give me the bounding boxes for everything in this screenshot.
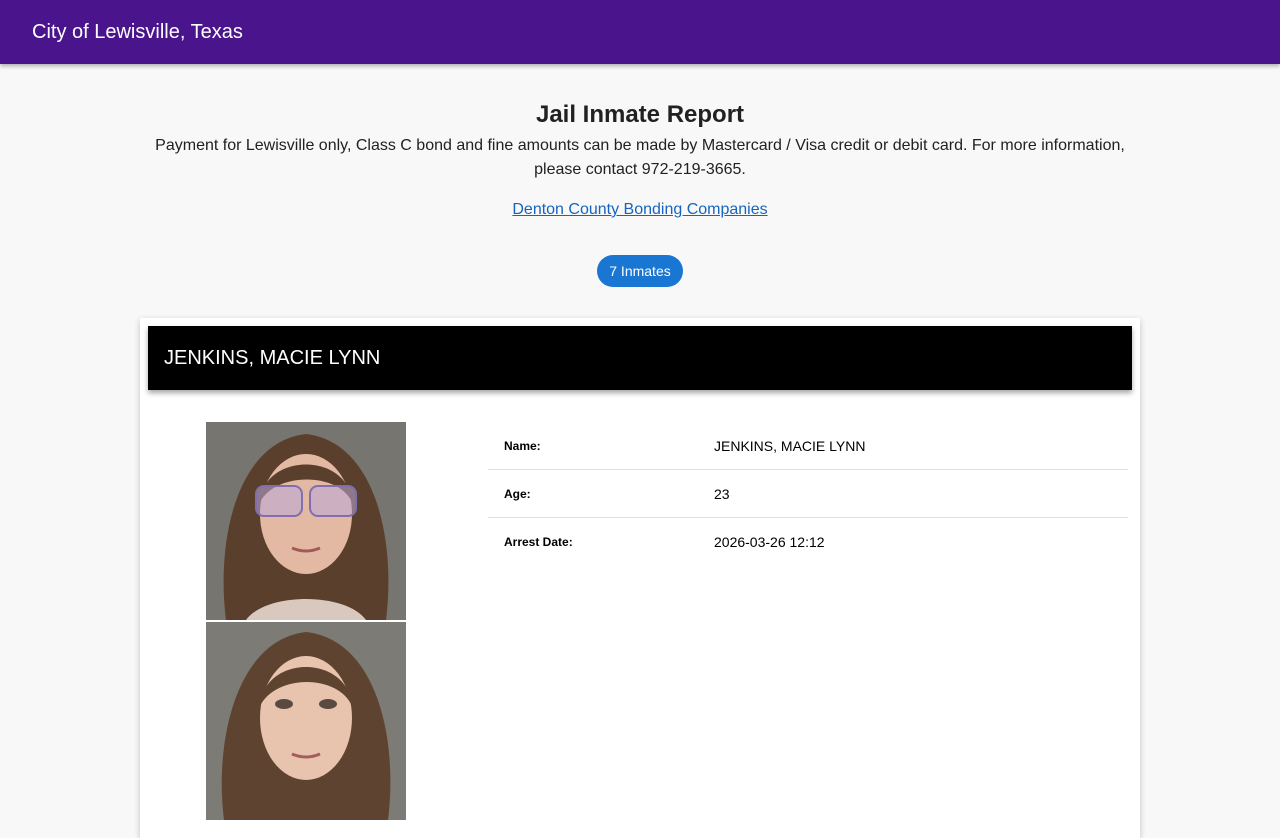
inmate-name-heading: JENKINS, MACIE LYNN xyxy=(164,346,381,369)
detail-value: 2026-03-26 12:12 xyxy=(714,533,825,550)
inmate-card: JENKINS, MACIE LYNN Name: JENKINS, MACIE… xyxy=(140,318,1140,838)
detail-label: Arrest Date: xyxy=(504,534,573,549)
bonding-companies-link[interactable]: Denton County Bonding Companies xyxy=(512,198,767,222)
top-app-bar: City of Lewisville, Texas xyxy=(0,0,1280,64)
detail-value: JENKINS, MACIE LYNN xyxy=(714,422,1128,470)
inmate-card-header: JENKINS, MACIE LYNN xyxy=(148,326,1132,390)
payment-info-text: Payment for Lewisville only, Class C bon… xyxy=(155,137,1125,178)
detail-value: 23 xyxy=(714,469,1128,518)
inmate-count-chip[interactable]: 7 Inmates xyxy=(597,255,683,287)
detail-row: Arrest Date: 2026-03-26 12:12 xyxy=(488,518,1128,566)
detail-label: Age: xyxy=(488,469,714,518)
mugshot-photo xyxy=(206,622,406,820)
mugshot-gallery xyxy=(206,422,406,822)
page-title: Jail Inmate Report xyxy=(535,101,745,128)
detail-row: Name: JENKINS, MACIE LYNN xyxy=(488,422,1128,470)
site-title-link[interactable]: City of Lewisville, Texas xyxy=(32,21,243,44)
detail-label: Name: xyxy=(488,422,714,470)
detail-row: Age: 23 xyxy=(488,469,1128,518)
mugshot-photo xyxy=(206,422,406,620)
report-header: Jail Inmate Report Payment for Lewisvill… xyxy=(0,64,1280,287)
inmate-details-table: Name: JENKINS, MACIE LYNN Age: 23 Arrest… xyxy=(488,422,1128,565)
